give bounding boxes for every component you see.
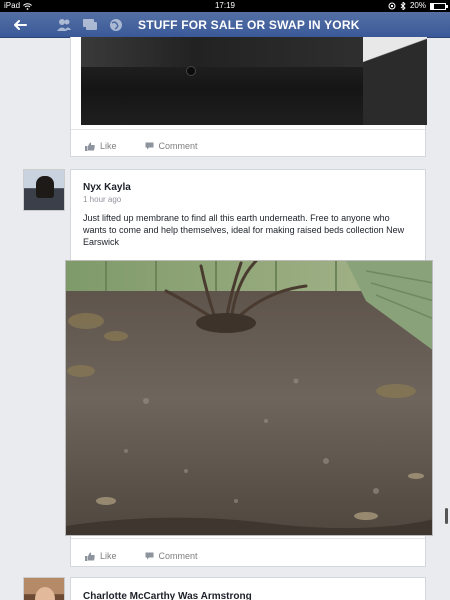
post-timestamp[interactable]: 1 hour ago: [83, 195, 121, 204]
like-label: Like: [100, 551, 117, 561]
post-photo-secondary[interactable]: [363, 37, 427, 125]
page-title: STUFF FOR SALE OR SWAP IN YORK: [138, 18, 360, 32]
nav-bar: STUFF FOR SALE OR SWAP IN YORK: [0, 12, 450, 38]
globe-icon: [110, 19, 122, 31]
thumbs-up-icon: [85, 142, 95, 151]
post-actions: Like Comment: [85, 548, 198, 564]
comment-button[interactable]: Comment: [145, 138, 198, 154]
post-author[interactable]: Nyx Kayla: [83, 182, 131, 193]
bluetooth-icon: [400, 2, 406, 10]
post-card: Charlotte McCarthy Was Armstrong: [70, 577, 426, 600]
post-actions: Like Comment: [85, 138, 198, 154]
post-text: Just lifted up membrane to find all this…: [83, 213, 405, 247]
status-right: 20%: [388, 0, 448, 12]
back-arrow-icon: [14, 20, 27, 30]
thumbs-up-icon: [85, 552, 95, 561]
rotation-lock-icon: [388, 2, 396, 10]
like-button[interactable]: Like: [85, 548, 117, 564]
dog-silhouette: [36, 176, 54, 198]
status-time: 17:19: [214, 1, 236, 10]
coat-button: [186, 66, 196, 76]
face: [35, 587, 55, 600]
battery-fill: [431, 3, 434, 9]
post-card: Like Comment: [70, 37, 427, 157]
nav-icons: [56, 17, 124, 33]
comment-icon: [145, 552, 154, 560]
divider: [71, 129, 425, 130]
like-label: Like: [100, 141, 117, 151]
comment-icon: [145, 142, 154, 150]
like-button[interactable]: Like: [85, 138, 117, 154]
divider: [71, 538, 425, 539]
notifications-button[interactable]: [108, 17, 124, 33]
comment-label: Comment: [158, 141, 198, 151]
status-bar: iPad 17:19 20%: [0, 0, 450, 12]
scrollbar[interactable]: [445, 508, 448, 524]
battery-percent: 20%: [409, 1, 426, 10]
garden-soil-photo: [66, 261, 432, 535]
battery-icon: [430, 2, 448, 10]
back-button[interactable]: [8, 16, 32, 34]
post-author[interactable]: Charlotte McCarthy Was Armstrong: [83, 591, 252, 600]
messages-icon: [83, 19, 97, 30]
comment-label: Comment: [158, 551, 198, 561]
friends-icon: [57, 19, 71, 31]
friends-button[interactable]: [56, 17, 72, 33]
post-photo[interactable]: [65, 260, 433, 536]
messages-button[interactable]: [82, 17, 98, 33]
avatar[interactable]: [23, 577, 65, 600]
post-photo[interactable]: [81, 37, 366, 125]
post-card: Nyx Kayla 1 hour ago Just lifted up memb…: [65, 169, 433, 567]
avatar[interactable]: [23, 169, 65, 211]
comment-button[interactable]: Comment: [145, 548, 198, 564]
